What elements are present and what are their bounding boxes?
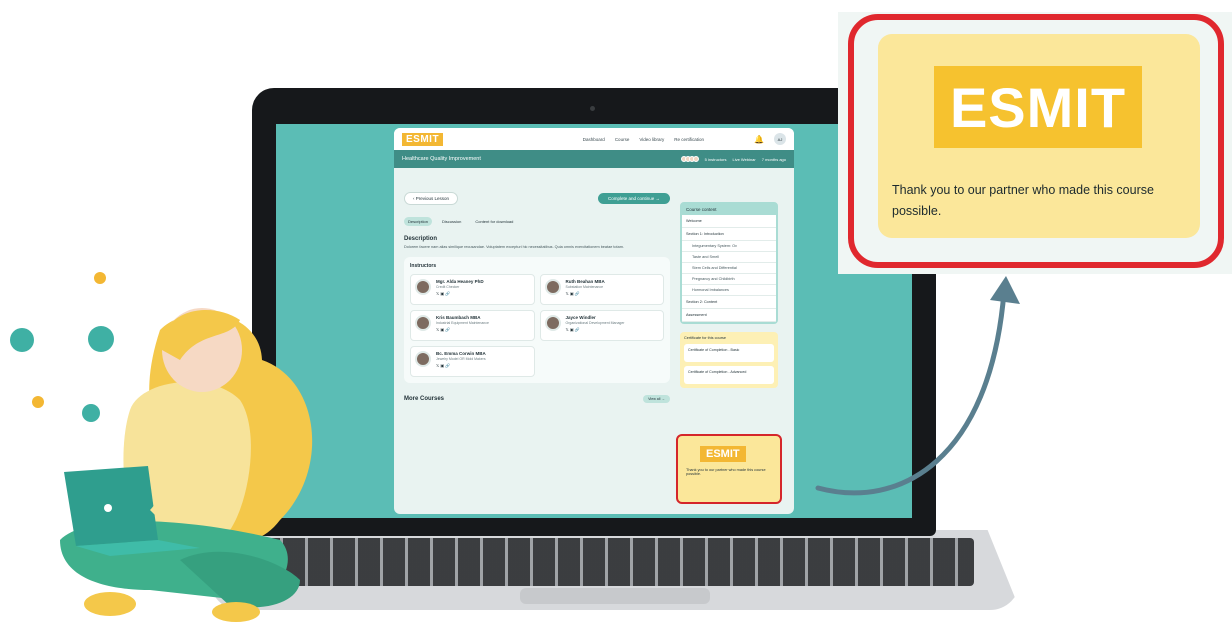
woman-with-laptop-illustration — [60, 308, 313, 622]
